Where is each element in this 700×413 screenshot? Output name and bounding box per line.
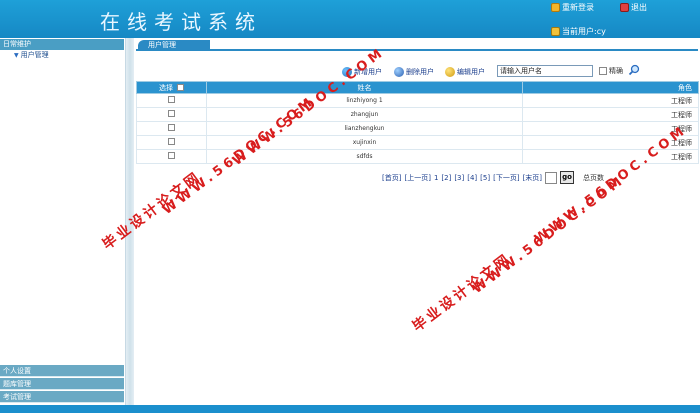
sidebar-section-exam[interactable]: 考试管理 [0, 391, 124, 403]
table-header-row: 选择 姓名 角色 [136, 81, 699, 94]
pager-next[interactable]: [下一页] [493, 173, 519, 183]
select-all-checkbox[interactable] [177, 84, 184, 91]
go-button[interactable]: go [560, 171, 575, 184]
main-panel: 用户管理 新增用户 删除用户 编辑用户 精确 [134, 38, 700, 405]
sidebar-item-label: 用户管理 [20, 51, 49, 59]
edit-user-icon [445, 67, 455, 77]
pager-last[interactable]: [末页] [523, 173, 542, 183]
relogin-label: 重新登录 [562, 3, 594, 12]
current-user: 当前用户:cy [551, 26, 606, 37]
user-icon [551, 27, 560, 36]
delete-user-label: 删除用户 [406, 68, 434, 76]
cell-name: linzhiyong 1 [206, 93, 523, 108]
cell-name: xujinxin [206, 135, 523, 150]
table-row[interactable]: lianzhengkun 工程师 [136, 121, 699, 136]
cell-name: lianzhengkun [206, 121, 523, 136]
table-row[interactable]: sdfds 工程师 [136, 149, 699, 164]
cell-role: 工程师 [522, 149, 699, 164]
cell-role: 工程师 [522, 107, 699, 122]
current-user-label: 当前用户:cy [562, 27, 606, 36]
cell-role: 工程师 [522, 93, 699, 108]
power-icon [620, 3, 629, 12]
tab-bar: 用户管理 [136, 40, 698, 51]
search-input[interactable] [497, 65, 593, 77]
add-user-icon [342, 67, 352, 77]
total-pages-label: 总页数 [583, 173, 605, 182]
cell-role: 工程师 [522, 135, 699, 150]
row-checkbox[interactable] [168, 96, 175, 103]
relogin-button[interactable]: 重新登录 [551, 2, 594, 13]
edit-user-label: 编辑用户 [457, 68, 485, 76]
add-user-button[interactable]: 新增用户 [342, 67, 382, 77]
row-checkbox[interactable] [168, 124, 175, 131]
exit-label: 退出 [631, 3, 647, 12]
edit-user-button[interactable]: 编辑用户 [445, 67, 485, 77]
table-row[interactable]: xujinxin 工程师 [136, 135, 699, 150]
sidebar: 日常维护 ▼ 用户管理 个人设置 题库管理 考试管理 [0, 38, 126, 405]
row-checkbox[interactable] [168, 138, 175, 145]
pager-current: 1 [433, 173, 439, 182]
delete-user-icon [394, 67, 404, 77]
row-checkbox[interactable] [168, 152, 175, 159]
sidebar-item-user-management[interactable]: ▼ 用户管理 [0, 50, 125, 61]
pager-page-5[interactable]: [5] [480, 174, 490, 182]
delete-user-button[interactable]: 删除用户 [394, 67, 434, 77]
search-icon[interactable] [628, 64, 640, 76]
user-table: 选择 姓名 角色 linzhiyong 1 工程师 zhangjun 工程师 l… [136, 81, 699, 164]
tab-user-management[interactable]: 用户管理 [138, 40, 210, 51]
add-user-label: 新增用户 [354, 68, 382, 76]
footer-bar [0, 405, 700, 413]
page-number-input[interactable] [545, 171, 558, 184]
pager-page-3[interactable]: [3] [454, 174, 464, 182]
column-header-role[interactable]: 角色 [522, 81, 699, 94]
sidebar-section-question-bank[interactable]: 题库管理 [0, 378, 124, 390]
exit-button[interactable]: 退出 [620, 2, 647, 13]
relogin-icon [551, 3, 560, 12]
exact-match-label: 精确 [609, 67, 623, 75]
row-checkbox[interactable] [168, 110, 175, 117]
app-title: 在线考试系统 [100, 10, 262, 34]
triangle-down-icon: ▼ [14, 52, 19, 59]
cell-name: zhangjun [206, 107, 523, 122]
exact-match-toggle[interactable]: 精确 [599, 66, 623, 76]
table-row[interactable]: zhangjun 工程师 [136, 107, 699, 122]
table-row[interactable]: linzhiyong 1 工程师 [136, 93, 699, 108]
sidebar-section-personal[interactable]: 个人设置 [0, 365, 124, 377]
exact-match-checkbox[interactable] [599, 67, 607, 75]
pager-page-2[interactable]: [2] [441, 174, 451, 182]
column-header-select: 选择 [136, 81, 207, 94]
cell-role: 工程师 [522, 121, 699, 136]
cell-name: sdfds [206, 149, 523, 164]
column-header-name[interactable]: 姓名 [206, 81, 523, 94]
pager-page-4[interactable]: [4] [467, 174, 477, 182]
pagination: [首页] [上一页] 1 [2] [3] [4] [5] [下一页] [末页] … [382, 171, 604, 184]
column-select-label: 选择 [159, 83, 173, 92]
pager-first[interactable]: [首页] [382, 173, 401, 183]
sidebar-section-daily[interactable]: 日常维护 [0, 39, 124, 50]
sidebar-splitter[interactable] [126, 38, 134, 405]
app-header: 在线考试系统 重新登录 退出 当前用户:cy [0, 0, 700, 38]
pager-prev[interactable]: [上一页] [404, 173, 430, 183]
